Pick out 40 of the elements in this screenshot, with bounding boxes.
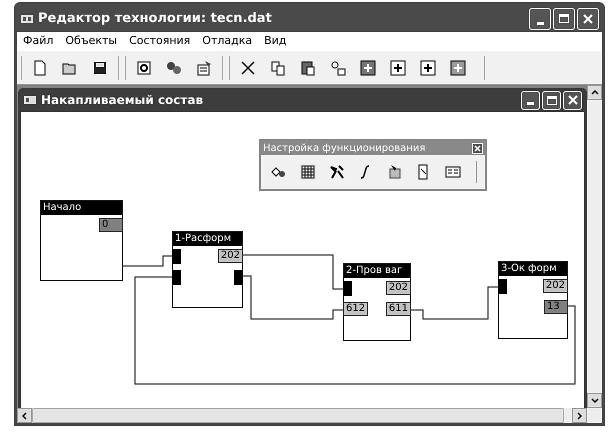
block-title: 2-Пров ваг <box>344 264 410 278</box>
palette-title: Настройка функционирования <box>263 142 426 156</box>
port-value[interactable]: 202 <box>542 279 568 293</box>
app-icon <box>20 12 34 24</box>
close-icon <box>568 95 578 105</box>
block-node[interactable]: 3-Ок форм 202 13 <box>498 261 568 339</box>
block-title: 1-Расформ <box>173 232 242 246</box>
scroll-down-button[interactable] <box>587 393 602 408</box>
close-button[interactable] <box>472 142 483 154</box>
port-value[interactable]: 202 <box>218 249 243 263</box>
window-title: Редактор технологии: tecn.dat <box>38 10 273 28</box>
menu-item[interactable]: Файл <box>17 33 60 50</box>
close-icon <box>583 14 593 24</box>
menu-item[interactable]: Отладка <box>196 33 258 50</box>
block-title: Начало <box>41 201 122 215</box>
window-icon <box>23 94 37 106</box>
scroll-up-button[interactable] <box>587 85 602 100</box>
scroll-left-button[interactable] <box>17 408 32 423</box>
minimize-button[interactable] <box>529 8 551 30</box>
close-button[interactable] <box>577 8 599 30</box>
menu-item[interactable]: Объекты <box>59 33 124 50</box>
minimize-button[interactable] <box>521 90 540 110</box>
maximize-button[interactable] <box>553 8 575 30</box>
maximize-button[interactable] <box>542 90 561 110</box>
port-value[interactable]: 612 <box>343 302 368 316</box>
menu-item[interactable]: Состояния <box>123 33 196 50</box>
port-value[interactable]: 611 <box>386 302 411 316</box>
block-node[interactable]: 1-Расформ 202 <box>172 231 243 308</box>
child-window-title: Накапливаемый состав <box>41 92 204 109</box>
port-value[interactable]: 13 <box>544 300 568 314</box>
block-title: 3-Ок форм <box>499 262 567 276</box>
close-icon <box>474 144 481 152</box>
menu-item[interactable]: Вид <box>258 33 292 50</box>
block-node[interactable]: 2-Пров ваг 612 202 611 <box>343 263 411 341</box>
block-node[interactable]: Начало 0 <box>40 200 123 281</box>
port-value[interactable]: 0 <box>99 218 123 232</box>
scroll-right-button[interactable] <box>572 408 587 423</box>
close-button[interactable] <box>563 90 582 110</box>
port-value[interactable]: 202 <box>386 281 411 295</box>
vertical-scrollbar[interactable] <box>587 85 602 408</box>
